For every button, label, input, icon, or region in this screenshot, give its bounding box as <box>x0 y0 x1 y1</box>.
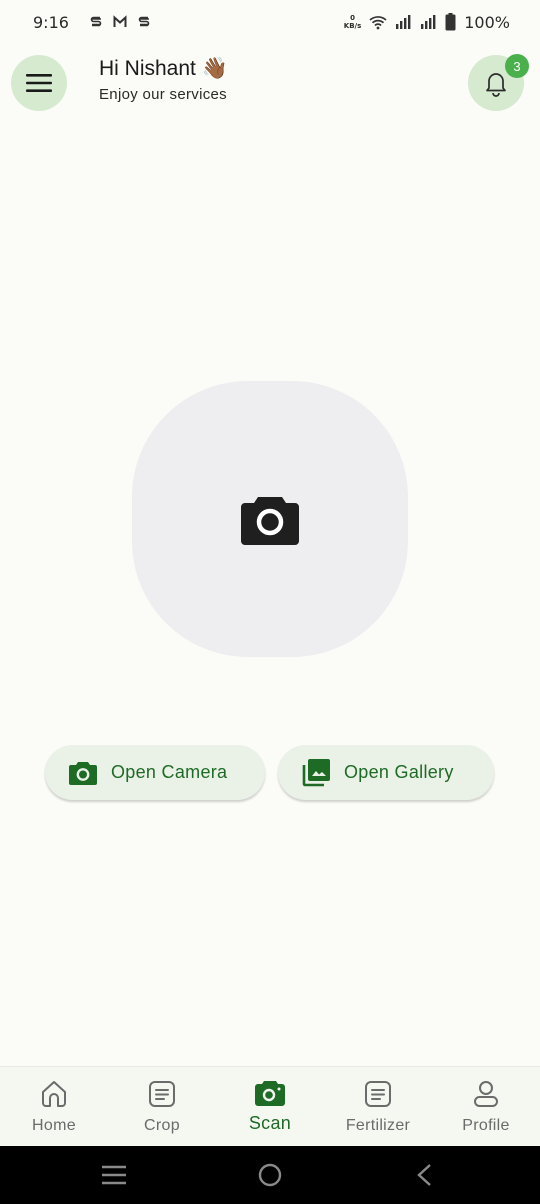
net-speed-unit: KB/s <box>343 22 362 30</box>
greeting-block: Hi Nishant 👋🏾 Enjoy our services <box>99 57 228 103</box>
app-s-icon <box>90 16 102 27</box>
nav-item-crop[interactable]: Crop <box>108 1067 216 1146</box>
nav-label-home: Home <box>32 1117 76 1134</box>
camera-icon <box>241 497 299 545</box>
open-camera-button[interactable]: Open Camera <box>45 745 265 800</box>
hamburger-icon <box>26 74 52 92</box>
greeting-title: Hi Nishant <box>99 57 196 80</box>
nav-label-fertilizer: Fertilizer <box>345 1117 411 1134</box>
nav-item-scan[interactable]: Scan <box>216 1067 324 1146</box>
document-icon <box>149 1081 175 1107</box>
nav-label-crop: Crop <box>144 1117 180 1134</box>
notification-icons <box>89 15 151 29</box>
wifi-icon <box>369 16 387 30</box>
status-time: 9:16 <box>33 12 69 32</box>
nav-item-profile[interactable]: Profile <box>432 1067 540 1146</box>
nav-label-scan: Scan <box>248 1113 292 1133</box>
nav-item-fertilizer[interactable]: Fertilizer <box>324 1067 432 1146</box>
signal-icon <box>421 15 436 29</box>
gallery-icon <box>302 758 330 786</box>
notification-badge: 3 <box>505 54 529 78</box>
bell-icon <box>486 73 506 97</box>
menu-button[interactable] <box>11 55 67 111</box>
app-s-icon <box>138 16 150 27</box>
open-gallery-button[interactable]: Open Gallery <box>278 745 494 800</box>
recents-icon[interactable] <box>101 1163 127 1187</box>
greeting-subtitle: Enjoy our services <box>99 86 227 103</box>
camera-icon <box>69 761 97 785</box>
bottom-nav: Home Crop Scan Fertilizer Profile <box>0 1066 540 1146</box>
home-circle-icon[interactable] <box>257 1163 283 1187</box>
wave-icon: 👋🏾 <box>201 57 229 80</box>
nav-label-profile: Profile <box>462 1117 510 1134</box>
image-preview[interactable] <box>132 381 408 657</box>
home-icon <box>42 1081 66 1107</box>
open-camera-label: Open Camera <box>111 762 228 782</box>
status-bar: 9:16 0 KB/s 100% <box>0 0 540 44</box>
signal-icon <box>396 15 411 29</box>
camera-icon <box>255 1081 285 1106</box>
nav-item-home[interactable]: Home <box>0 1067 108 1146</box>
header: Hi Nishant 👋🏾 Enjoy our services <box>0 55 540 111</box>
document-icon <box>365 1081 391 1107</box>
battery-icon <box>445 13 456 31</box>
system-nav-bar <box>0 1146 540 1204</box>
open-gallery-label: Open Gallery <box>344 762 454 782</box>
net-speed: 0 KB/s <box>344 14 361 30</box>
net-speed-value: 0 <box>350 14 355 22</box>
gmail-icon <box>113 15 127 27</box>
back-icon[interactable] <box>414 1163 434 1187</box>
person-icon <box>474 1081 498 1107</box>
battery-percent: 100% <box>464 12 510 32</box>
